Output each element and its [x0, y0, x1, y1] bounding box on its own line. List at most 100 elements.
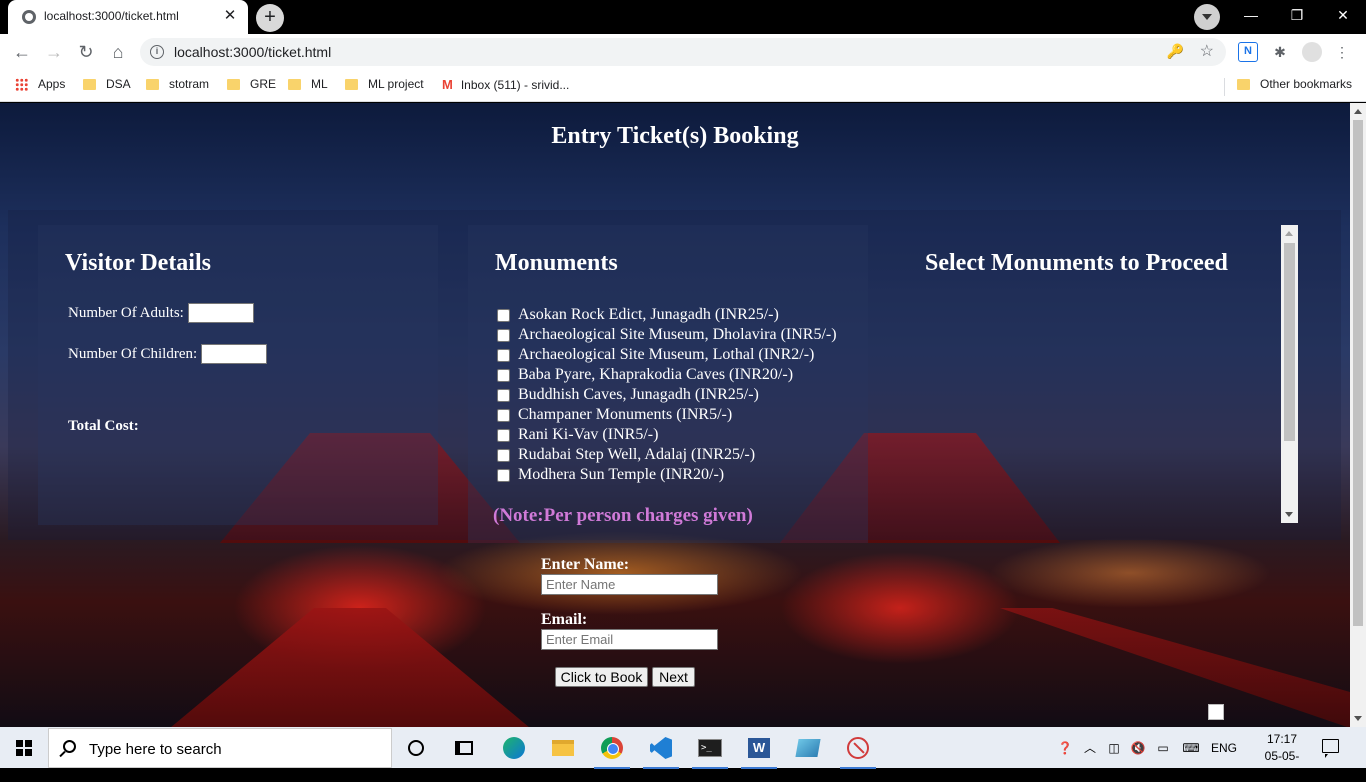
minimize-button[interactable]: — — [1228, 0, 1274, 30]
taskbar-vscode[interactable] — [641, 731, 681, 769]
monument-checkbox[interactable] — [497, 328, 510, 342]
email-input[interactable]: Enter Email — [541, 629, 718, 650]
url-text[interactable]: localhost:3000/ticket.html — [174, 44, 331, 60]
monument-label: Rudabai Step Well, Adalaj (INR25/-) — [518, 446, 756, 463]
start-button[interactable] — [0, 727, 48, 768]
bookmark-stotram[interactable]: stotram — [146, 77, 209, 91]
monument-item[interactable]: Modhera Sun Temple (INR20/-) — [497, 465, 837, 485]
page-scrollbar[interactable] — [1350, 103, 1366, 727]
monument-checkbox[interactable] — [497, 468, 510, 482]
notification-center-icon[interactable] — [1322, 739, 1339, 758]
bookmark-ml-project[interactable]: ML project — [345, 77, 424, 91]
name-input[interactable]: Enter Name — [541, 574, 718, 595]
cortana-button[interactable] — [396, 731, 436, 765]
scroll-down-icon[interactable] — [1354, 716, 1362, 721]
taskbar-terminal[interactable]: >_ — [690, 731, 730, 769]
monument-checkbox[interactable] — [497, 448, 510, 462]
home-icon[interactable]: ⌂ — [104, 38, 132, 66]
browser-tab[interactable]: localhost:3000/ticket.html ✕ — [8, 0, 248, 34]
taskbar-search[interactable]: Type here to search — [48, 728, 392, 768]
taskbar-snipping-tool[interactable] — [838, 731, 878, 769]
close-window-button[interactable]: ✕ — [1320, 0, 1366, 30]
profile-dropdown-icon[interactable] — [1194, 4, 1220, 30]
total-cost-label: Total Cost: — [68, 418, 139, 434]
task-view-icon — [455, 741, 473, 755]
battery-icon[interactable]: ▭ — [1152, 727, 1174, 768]
clock-time: 17:17 — [1266, 732, 1298, 746]
monument-item[interactable]: Baba Pyare, Khaprakodia Caves (INR20/-) — [497, 365, 837, 385]
monument-label: Baba Pyare, Khaprakodia Caves (INR20/-) — [518, 366, 794, 383]
network-tray-icon[interactable]: ◫ — [1105, 727, 1123, 768]
help-tray-icon[interactable]: ❓ — [1054, 727, 1076, 768]
chrome-icon — [601, 737, 623, 759]
monument-label: Buddhish Caves, Junagadh (INR25/-) — [518, 386, 759, 403]
selection-scrollbar[interactable] — [1281, 225, 1298, 523]
monument-checkbox[interactable] — [497, 428, 510, 442]
monument-checkbox[interactable] — [497, 368, 510, 382]
monument-checkbox[interactable] — [497, 308, 510, 322]
monument-item[interactable]: Rudabai Step Well, Adalaj (INR25/-) — [497, 445, 837, 465]
show-hidden-icons-icon[interactable]: ︿ — [1081, 727, 1099, 768]
restore-button[interactable]: ❐ — [1274, 0, 1320, 30]
extension-n-icon[interactable]: N — [1238, 42, 1258, 62]
windows-logo-icon — [16, 740, 32, 756]
book-button[interactable]: Click to Book — [555, 667, 648, 687]
adults-input[interactable] — [188, 303, 254, 323]
background-carpet-right — [1000, 608, 1350, 727]
charges-note: (Note:Per person charges given) — [493, 505, 753, 526]
monument-checkbox[interactable] — [497, 348, 510, 362]
bookmark-apps[interactable]: Apps — [15, 77, 65, 91]
task-view-button[interactable] — [444, 731, 484, 765]
reload-icon[interactable]: ↻ — [72, 38, 100, 66]
monument-checkbox[interactable] — [497, 408, 510, 422]
bookmark-inbox[interactable]: M Inbox (511) - srivid... — [442, 77, 569, 92]
language-indicator[interactable]: ENG — [1208, 727, 1240, 768]
taskbar-chrome[interactable] — [592, 731, 632, 769]
vscode-icon — [650, 737, 672, 759]
key-icon[interactable]: 🔑 — [1167, 43, 1184, 60]
scroll-thumb[interactable] — [1353, 120, 1363, 626]
scroll-thumb[interactable] — [1284, 243, 1295, 441]
next-button[interactable]: Next — [652, 667, 695, 687]
account-avatar-icon[interactable] — [1302, 42, 1322, 62]
bookmark-gre[interactable]: GRE — [227, 77, 276, 91]
bookmark-other[interactable]: Other bookmarks — [1237, 77, 1352, 91]
folder-icon — [146, 78, 159, 90]
page-content: Entry Ticket(s) Booking Visitor Details … — [0, 103, 1350, 727]
site-info-icon[interactable]: i — [150, 45, 164, 59]
keyboard-icon[interactable]: ⌨ — [1178, 727, 1204, 768]
monument-item[interactable]: Asokan Rock Edict, Junagadh (INR25/-) — [497, 305, 837, 325]
monument-checkbox[interactable] — [497, 388, 510, 402]
volume-muted-icon[interactable]: 🔇 — [1128, 727, 1148, 768]
apps-grid-icon — [15, 77, 28, 91]
bookmark-ml[interactable]: ML — [288, 77, 328, 91]
forward-icon[interactable]: → — [40, 38, 68, 66]
name-label: Enter Name: — [541, 556, 630, 573]
children-input[interactable] — [201, 344, 267, 364]
page-title: Entry Ticket(s) Booking — [551, 123, 799, 149]
folder-icon — [227, 78, 240, 90]
close-tab-icon[interactable]: ✕ — [220, 6, 240, 26]
address-bar[interactable]: i localhost:3000/ticket.html 🔑 ☆ — [140, 38, 1226, 66]
monument-label: Asokan Rock Edict, Junagadh (INR25/-) — [518, 306, 779, 323]
monument-item[interactable]: Archaeological Site Museum, Dholavira (I… — [497, 325, 837, 345]
system-clock[interactable]: 17:17 05-05-2021 — [1252, 731, 1312, 782]
scroll-up-icon[interactable] — [1285, 231, 1293, 236]
bookmark-dsa[interactable]: DSA — [83, 77, 131, 91]
taskbar-edge[interactable] — [494, 731, 534, 765]
taskbar-word[interactable]: W — [739, 731, 779, 769]
scroll-up-icon[interactable] — [1354, 109, 1362, 114]
monument-item[interactable]: Buddhish Caves, Junagadh (INR25/-) — [497, 385, 837, 405]
new-tab-button[interactable]: + — [256, 4, 284, 32]
monument-label: Champaner Monuments (INR5/-) — [518, 406, 733, 423]
taskbar-notepad[interactable] — [788, 731, 828, 765]
monument-item[interactable]: Rani Ki-Vav (INR5/-) — [497, 425, 837, 445]
bookmark-star-icon[interactable]: ☆ — [1200, 41, 1214, 61]
monument-item[interactable]: Champaner Monuments (INR5/-) — [497, 405, 837, 425]
menu-icon[interactable]: ⋮ — [1332, 42, 1352, 62]
scroll-down-icon[interactable] — [1285, 512, 1293, 517]
taskbar-file-explorer[interactable] — [543, 731, 583, 765]
extensions-puzzle-icon[interactable]: ✱ — [1270, 42, 1290, 62]
back-icon[interactable]: ← — [8, 38, 36, 66]
monument-item[interactable]: Archaeological Site Museum, Lothal (INR2… — [497, 345, 837, 365]
